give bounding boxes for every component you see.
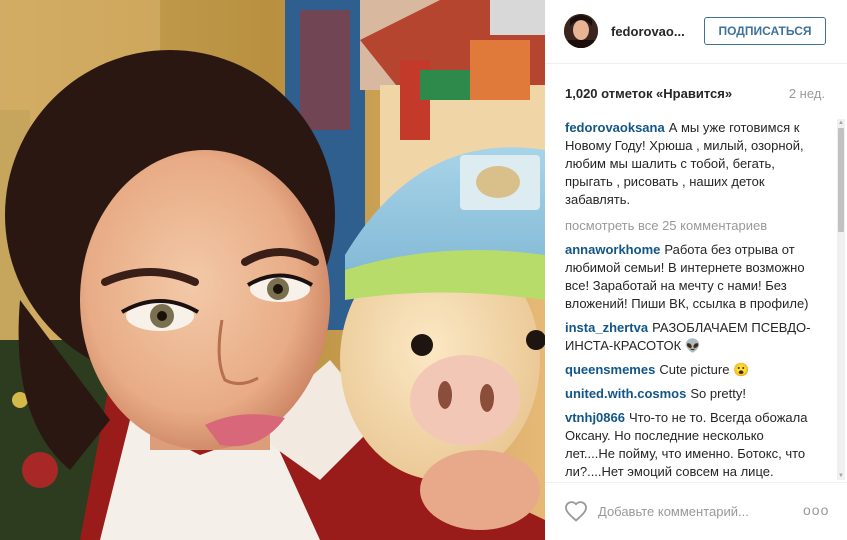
post-details-panel: fedorovao... ПОДПИСАТЬСЯ 1,020 отметок «… [545,0,847,540]
scrollbar-thumb[interactable] [838,128,844,232]
comments-list: fedorovaoksana А мы уже готовимся к Новом… [565,119,835,481]
caption-author[interactable]: fedorovaoksana [565,120,665,135]
comment-author[interactable]: insta_zhertva [565,320,648,335]
comment-author[interactable]: annaworkhome [565,242,660,257]
avatar[interactable] [564,14,598,48]
comment-author[interactable]: vtnhj0866 [565,410,625,425]
scroll-down-arrow-icon[interactable]: ▼ [837,472,845,480]
post-caption: fedorovaoksana А мы уже готовимся к Новом… [565,119,813,209]
photo-image [0,0,545,540]
post-username[interactable]: fedorovao... [611,24,685,39]
post-time[interactable]: 2 нед. [789,86,825,101]
heart-icon[interactable] [564,500,588,522]
likes-count[interactable]: 1,020 отметок «Нравится» [565,86,732,101]
comment-item: vtnhj0866 Что-то не то. Всегда обожала Ок… [565,409,813,481]
post-actions: ооо [545,482,847,540]
comment-author[interactable]: queensmemes [565,362,655,377]
more-options-icon[interactable]: ооо [803,502,829,518]
post-header: fedorovao... ПОДПИСАТЬСЯ [545,0,847,64]
comment-text: Cute picture 😮 [659,362,750,377]
comment-item: annaworkhome Работа без отрыва от любимой… [565,241,813,313]
likes-row: 1,020 отметок «Нравится» 2 нед. [565,86,827,104]
avatar-image [564,14,598,48]
comment-item: insta_zhertva РАЗОБЛАЧАЕМ ПСЕВДО-ИНСТА-КР… [565,319,813,355]
comment-item: united.with.cosmos So pretty! [565,385,813,403]
scroll-up-arrow-icon[interactable]: ▲ [837,119,845,127]
post-photo[interactable] [0,0,545,540]
follow-button[interactable]: ПОДПИСАТЬСЯ [704,17,826,45]
comments-scrollbar[interactable]: ▲ ▼ [837,119,845,480]
comment-author[interactable]: united.with.cosmos [565,386,686,401]
comment-input[interactable] [598,501,798,521]
comment-text: So pretty! [690,386,746,401]
view-all-comments-link[interactable]: посмотреть все 25 комментариев [565,217,813,235]
comment-item: queensmemes Cute picture 😮 [565,361,813,379]
